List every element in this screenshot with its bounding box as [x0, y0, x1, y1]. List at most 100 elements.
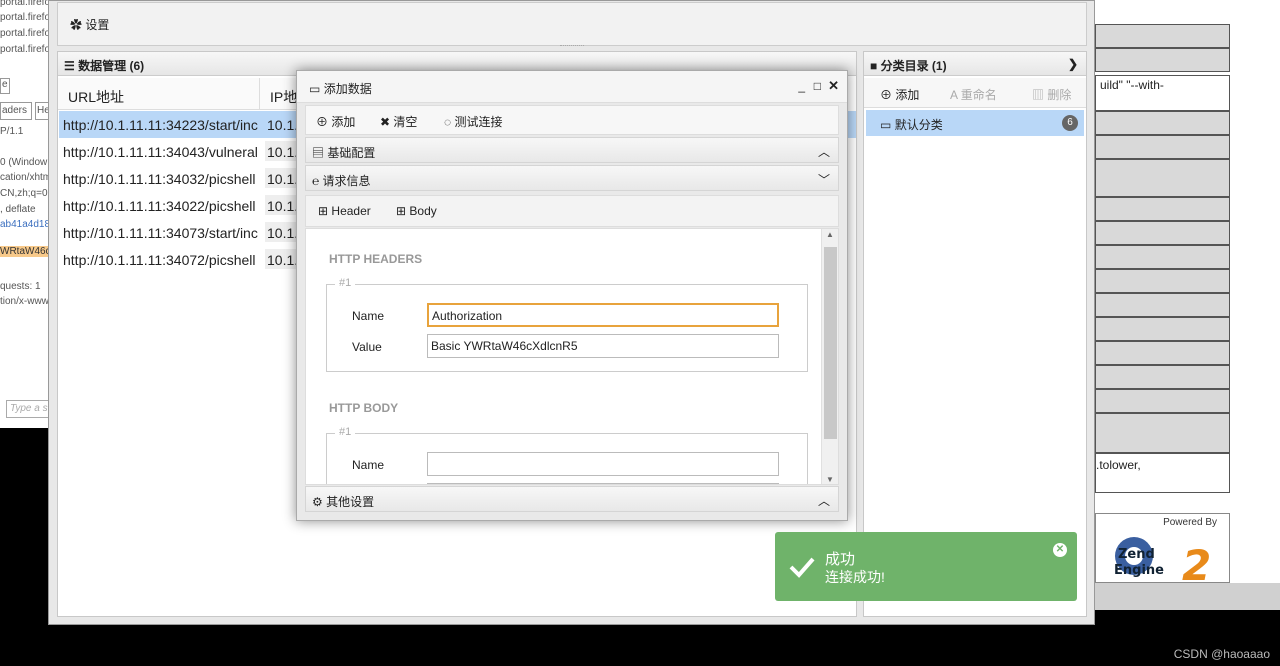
browser-search-input[interactable]: Type a s — [6, 400, 49, 418]
chevron-up-icon: ︿ — [817, 145, 830, 159]
table-cell — [1095, 413, 1230, 453]
close-icon[interactable]: ✕ — [1053, 543, 1067, 557]
test-connection-button[interactable]: ◌ 测试连接 — [444, 113, 503, 130]
toast-title: 成功 — [825, 551, 856, 568]
category-toolbar: ⊕ 添加 A 重命名 ▥ 删除 — [864, 78, 1086, 108]
table-cell — [1095, 135, 1230, 159]
browser-text: cation/xhtm — [0, 172, 50, 183]
window-icon: ▭ — [309, 82, 321, 96]
delete-category-button[interactable]: ▥ 删除 — [1032, 86, 1071, 103]
browser-text: tion/x-www — [0, 296, 49, 307]
group-legend: #1 — [335, 426, 356, 438]
header-group: #1 Name Authorization Value Basic YWRtaW… — [326, 277, 808, 372]
panel-title: 分类目录 (1) — [880, 59, 947, 73]
plus-square-icon: ⊞ — [396, 204, 407, 218]
scrollbar[interactable]: ▲ ▼ — [821, 229, 838, 484]
chevron-up-icon: ︿ — [817, 494, 830, 508]
gears-icon: ⚙ — [312, 495, 323, 509]
table-cell — [1095, 365, 1230, 389]
check-icon — [789, 557, 815, 578]
clear-label: 清空 — [393, 115, 418, 129]
browser-tab-headers[interactable]: aders — [0, 102, 32, 120]
browser-text: quests: 1 — [0, 281, 41, 292]
plus-circle-icon: ⊕ — [316, 115, 329, 129]
dialog-title: 添加数据 — [323, 82, 372, 96]
add-category-button[interactable]: ⊕ 添加 — [880, 86, 919, 103]
test-label: 测试连接 — [454, 115, 503, 129]
add-button[interactable]: ⊕ 添加 — [316, 113, 355, 130]
spinner-icon: ◌ — [444, 115, 452, 129]
name-label: Name — [352, 458, 385, 472]
body-value-field[interactable] — [427, 483, 779, 484]
browser-tab[interactable]: e — [0, 78, 10, 94]
gear-icon: ✿ — [70, 18, 83, 32]
url-cell: http://10.1.11.11:34022/picshell — [63, 198, 256, 214]
maximize-icon[interactable]: □ — [814, 79, 821, 93]
browser-text: P/1.1 — [0, 126, 24, 137]
table-cell — [1095, 389, 1230, 413]
count-badge: 6 — [1062, 115, 1078, 131]
column-header-url[interactable]: URL地址 — [58, 78, 260, 110]
dialog-titlebar: ▭ 添加数据 _ □ ✕ — [297, 71, 847, 103]
browser-text: portal.firefo — [0, 0, 50, 8]
category-item-default[interactable]: ▭ 默认分类 6 — [866, 110, 1084, 136]
settings-label: 设置 — [85, 18, 110, 32]
url-cell: http://10.1.11.11:34043/vulneral — [63, 144, 258, 160]
minimize-icon[interactable]: _ — [798, 79, 805, 93]
section-basic-config[interactable]: ▤ 基础配置 ︿ — [305, 137, 839, 163]
tab-body[interactable]: ⊞ Body — [396, 204, 437, 218]
rename-label: 重命名 — [960, 88, 997, 102]
browser-text: , deflate — [0, 204, 36, 215]
browser-text: portal.firefo — [0, 28, 50, 39]
add-label: 添加 — [895, 88, 920, 102]
section-other-settings[interactable]: ⚙ 其他设置 ︿ — [305, 486, 839, 512]
body-name-field[interactable] — [427, 452, 779, 476]
zend-logo-icon: Zend Engine 2 — [1114, 537, 1211, 584]
rename-category-button[interactable]: A 重命名 — [950, 86, 997, 103]
dialog-toolbar: ⊕ 添加 ✖ 清空 ◌ 测试连接 — [305, 105, 839, 135]
request-form: HTTP HEADERS #1 Name Authorization Value… — [305, 228, 839, 485]
browser-text: CN,zh;q=0 — [0, 188, 48, 199]
category-label: 默认分类 — [894, 118, 943, 132]
zend-engine-logo: Powered By Zend Engine 2 — [1095, 513, 1230, 584]
url-cell: http://10.1.11.11:34072/picshell — [63, 252, 256, 268]
table-cell — [1095, 317, 1230, 341]
scroll-down-icon[interactable]: ▼ — [826, 475, 834, 484]
table-cell — [1095, 293, 1230, 317]
table-cell — [1095, 159, 1230, 197]
svg-text:Engine: Engine — [1114, 563, 1164, 578]
scroll-thumb[interactable] — [824, 247, 837, 439]
background-browser-window: portal.firefo portal.firefo portal.firef… — [0, 0, 50, 428]
header-name-field[interactable]: Authorization — [427, 303, 779, 327]
file-icon: ▤ — [312, 146, 325, 160]
tab-label: Body — [409, 204, 437, 218]
value-label: Value — [352, 340, 382, 354]
globe-icon: ℮ — [312, 174, 320, 188]
chevron-right-icon[interactable]: ❯ — [1068, 57, 1078, 71]
table-cell — [1095, 24, 1230, 48]
panel-header: ■ 分类目录 (1) ❯ — [864, 52, 1086, 76]
tab-header[interactable]: ⊞ Header — [318, 204, 371, 218]
browser-text: portal.firefo — [0, 44, 50, 55]
page-text: uild" "--with- — [1095, 75, 1230, 111]
close-icon[interactable]: ✕ — [828, 78, 839, 94]
folder-icon: ■ — [870, 59, 878, 73]
browser-text: 0 (Window — [0, 157, 48, 168]
browser-text: ab41a4d18 — [0, 219, 50, 230]
success-toast: 成功 连接成功! ✕ — [775, 532, 1077, 601]
add-data-dialog: ▭ 添加数据 _ □ ✕ ⊕ 添加 ✖ 清空 ◌ 测试连接 ▤ 基础配置 ︿ ℮… — [296, 70, 848, 521]
headers-heading: HTTP HEADERS — [329, 252, 423, 266]
clear-button[interactable]: ✖ 清空 — [380, 113, 417, 130]
section-request-info[interactable]: ℮ 请求信息 ﹀ — [305, 165, 839, 191]
settings-button[interactable]: ✿ 设置 — [70, 16, 109, 33]
scroll-up-icon[interactable]: ▲ — [826, 230, 834, 239]
resize-handle[interactable] — [560, 45, 584, 47]
table-cell — [1095, 111, 1230, 135]
chevron-down-icon: ﹀ — [817, 173, 830, 187]
request-subtabs: ⊞ Header ⊞ Body — [305, 195, 839, 227]
header-value-field[interactable]: Basic YWRtaW46cXdlcnR5 — [427, 334, 779, 358]
body-group: #1 Name — [326, 426, 808, 484]
url-cell: http://10.1.11.11:34223/start/inc — [63, 117, 258, 133]
plus-square-icon: ⊞ — [318, 204, 329, 218]
section-label: 基础配置 — [327, 146, 376, 160]
